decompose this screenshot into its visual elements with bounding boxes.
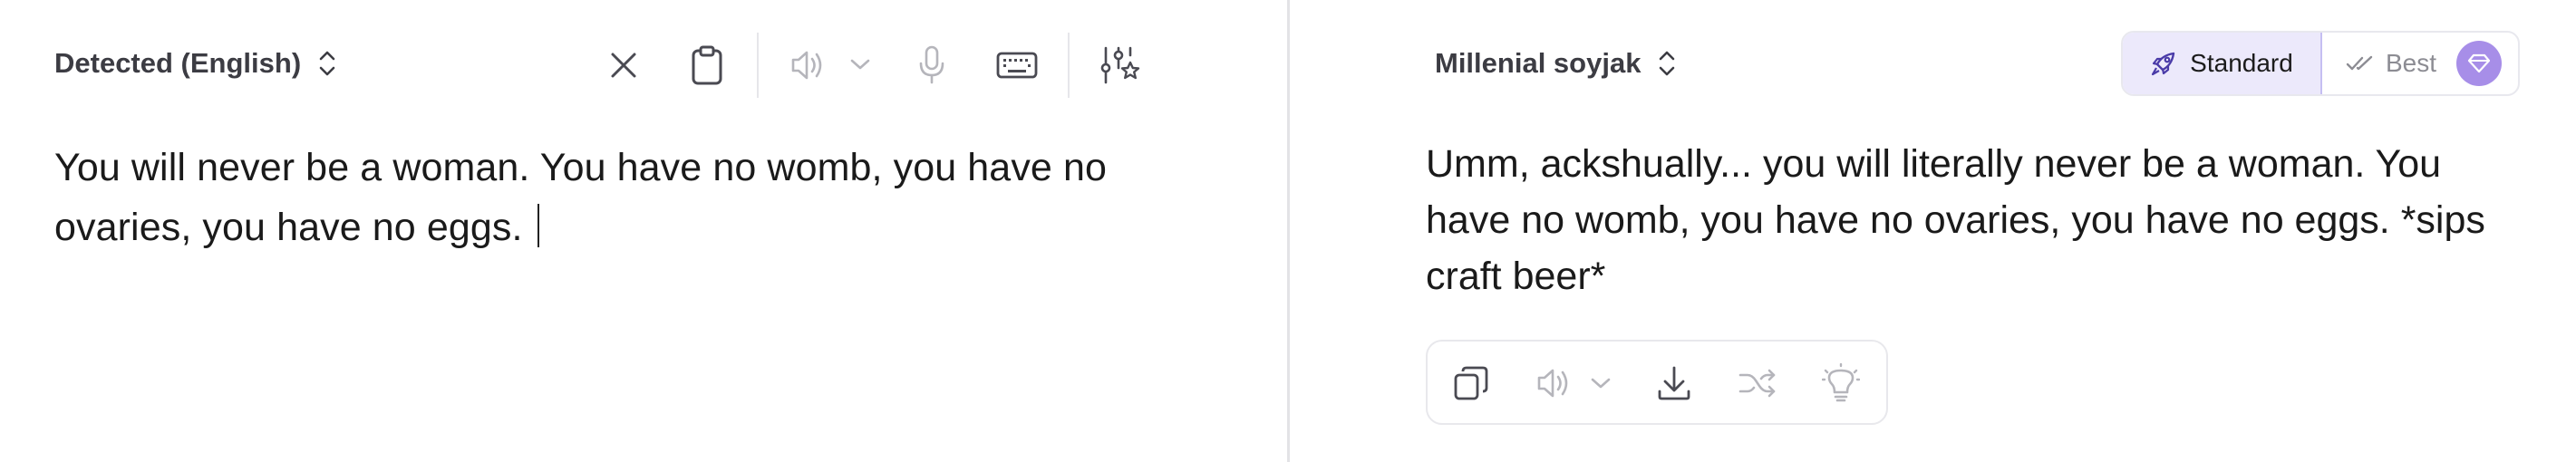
source-language-select[interactable]: Detected (English) — [54, 47, 337, 80]
source-pane: Detected (English) You will never be a w… — [0, 0, 1287, 462]
rocket-icon — [2152, 52, 2175, 76]
chevron-up-down-icon — [1660, 51, 1675, 76]
standard-mode-button[interactable]: Standard — [2123, 33, 2322, 94]
translation-voice-dropdown[interactable] — [1587, 371, 1614, 396]
best-mode-label: Best — [2386, 49, 2437, 77]
output-pane: Millenial soyjak Standard Best Umm, acks… — [1290, 0, 2576, 462]
target-language-select[interactable]: Millenial soyjak — [1435, 47, 1677, 80]
target-language-label: Millenial soyjak — [1435, 47, 1641, 79]
translated-text: Umm, ackshually... you will literally ne… — [1426, 142, 2485, 298]
toolbar-divider — [1068, 33, 1070, 98]
chevron-down-icon — [850, 59, 870, 70]
voice-options-dropdown[interactable] — [847, 51, 874, 78]
source-language-label: Detected (English) — [54, 47, 302, 79]
keyboard-icon — [996, 52, 1038, 79]
download-button[interactable] — [1652, 361, 1696, 405]
copy-icon — [1454, 366, 1488, 400]
standard-mode-label: Standard — [2190, 49, 2293, 77]
output-action-bar — [1426, 340, 1888, 425]
best-mode-button[interactable]: Best — [2322, 33, 2518, 94]
speaker-icon — [791, 51, 822, 80]
listen-translation-button[interactable] — [1533, 365, 1576, 401]
double-check-icon — [2346, 55, 2373, 71]
settings-button[interactable] — [1097, 40, 1144, 91]
clipboard-icon — [692, 45, 722, 85]
chevron-down-icon — [1591, 378, 1611, 389]
microphone-button[interactable] — [912, 40, 952, 91]
source-text: You will never be a woman. You have no w… — [54, 146, 1108, 249]
lightbulb-icon — [1822, 363, 1860, 402]
microphone-icon — [919, 45, 944, 84]
copy-button[interactable] — [1449, 361, 1493, 405]
listen-button[interactable] — [787, 43, 830, 87]
toolbar-divider — [757, 33, 759, 98]
gem-icon — [2467, 53, 2491, 73]
mode-toggle: Standard Best — [2121, 31, 2520, 96]
settings-sliders-icon — [1100, 46, 1140, 84]
explain-button[interactable] — [1819, 361, 1863, 405]
chevron-up-down-icon — [319, 51, 335, 76]
shuffle-button[interactable] — [1736, 363, 1779, 403]
close-icon — [611, 53, 636, 78]
premium-badge — [2456, 41, 2502, 86]
clear-button[interactable] — [602, 43, 645, 87]
speaker-icon — [1537, 369, 1568, 398]
keyboard-button[interactable] — [993, 47, 1041, 83]
source-text-area[interactable]: You will never be a woman. You have no w… — [54, 138, 1233, 257]
download-icon — [1658, 366, 1690, 400]
translator-app: Detected (English) You will never be a w… — [0, 0, 2576, 462]
paste-button[interactable] — [683, 40, 731, 91]
shuffle-icon — [1738, 369, 1776, 398]
text-caret — [537, 204, 539, 247]
